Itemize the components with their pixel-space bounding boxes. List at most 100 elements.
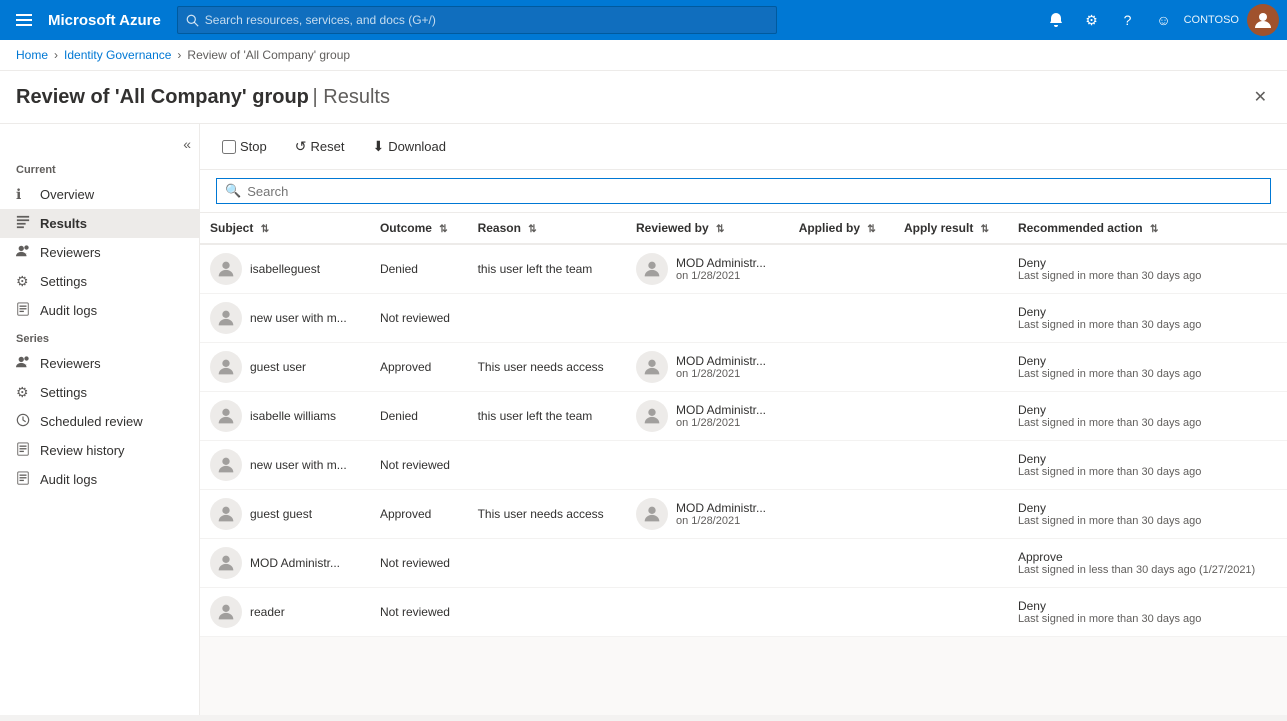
- col-outcome[interactable]: Outcome ⇅: [370, 213, 468, 244]
- sort-apply-result-icon: ⇅: [981, 224, 989, 235]
- sidebar-series-label: Series: [0, 325, 199, 349]
- stop-label: Stop: [240, 139, 267, 154]
- user-avatar[interactable]: [1247, 4, 1279, 36]
- sidebar-item-review-history[interactable]: Review history: [0, 436, 199, 465]
- recommended-action-label: Deny: [1018, 354, 1277, 368]
- subject-name: guest user: [250, 360, 306, 374]
- review-history-icon: [16, 442, 32, 459]
- breadcrumb-identity-governance[interactable]: Identity Governance: [64, 48, 171, 62]
- table-row[interactable]: new user with m... Not reviewed Deny Las…: [200, 294, 1287, 343]
- subject-name: isabelle williams: [250, 409, 336, 423]
- sidebar-current-label: Current: [0, 156, 199, 180]
- table-row[interactable]: reader Not reviewed Deny Last signed in …: [200, 588, 1287, 637]
- search-wrapper[interactable]: 🔍: [216, 178, 1271, 204]
- cell-recommended-action: Deny Last signed in more than 30 days ag…: [1008, 294, 1287, 343]
- sidebar-item-audit-logs-series-label: Audit logs: [40, 472, 97, 487]
- cell-reason: [468, 441, 626, 490]
- main-layout: « Current ℹ Overview Results Reviewers ⚙…: [0, 124, 1287, 715]
- page-header: Review of 'All Company' group | Results …: [0, 71, 1287, 124]
- global-search[interactable]: [177, 6, 777, 34]
- cell-outcome: Not reviewed: [370, 294, 468, 343]
- table-row[interactable]: guest guest ApprovedThis user needs acce…: [200, 490, 1287, 539]
- cell-outcome: Approved: [370, 343, 468, 392]
- breadcrumb: Home › Identity Governance › Review of '…: [0, 40, 1287, 71]
- subject-avatar: [210, 498, 242, 530]
- cell-applied-by: [789, 392, 894, 441]
- reset-button[interactable]: ↺ Reset: [289, 134, 351, 159]
- global-search-input[interactable]: [205, 13, 768, 27]
- cell-subject: guest guest: [200, 490, 370, 539]
- sidebar-item-audit-logs-current[interactable]: Audit logs: [0, 296, 199, 325]
- settings-icon[interactable]: ⚙: [1076, 4, 1108, 36]
- reviewer-name: MOD Administr...: [676, 256, 766, 270]
- close-button[interactable]: ✕: [1250, 83, 1271, 111]
- col-reason[interactable]: Reason ⇅: [468, 213, 626, 244]
- col-apply-result[interactable]: Apply result ⇅: [894, 213, 1008, 244]
- cell-reviewed-by: MOD Administr... on 1/28/2021: [626, 490, 789, 539]
- cell-reason: This user needs access: [468, 343, 626, 392]
- table-row[interactable]: MOD Administr... Not reviewed Approve La…: [200, 539, 1287, 588]
- stop-checkbox[interactable]: [222, 140, 236, 154]
- cell-recommended-action: Deny Last signed in more than 30 days ag…: [1008, 244, 1287, 294]
- sort-recommended-action-icon: ⇅: [1150, 224, 1158, 235]
- results-table: Subject ⇅ Outcome ⇅ Reason ⇅ Reviewed: [200, 213, 1287, 637]
- hamburger-menu[interactable]: [8, 4, 40, 36]
- sidebar-item-settings-series-label: Settings: [40, 385, 87, 400]
- table-row[interactable]: isabelleguest Deniedthis user left the t…: [200, 244, 1287, 294]
- recommended-action-note: Last signed in less than 30 days ago (1/…: [1018, 564, 1277, 576]
- reviewer-name: MOD Administr...: [676, 403, 766, 417]
- cell-reason: this user left the team: [468, 392, 626, 441]
- sidebar-item-settings-series[interactable]: ⚙ Settings: [0, 378, 199, 407]
- subject-name: guest guest: [250, 507, 312, 521]
- collapse-sidebar-button[interactable]: «: [183, 136, 191, 152]
- audit-logs-series-icon: [16, 471, 32, 488]
- sidebar-item-reviewers-current[interactable]: Reviewers: [0, 238, 199, 267]
- sidebar-item-review-history-label: Review history: [40, 443, 125, 458]
- cell-subject: new user with m...: [200, 441, 370, 490]
- feedback-icon[interactable]: ☺: [1148, 4, 1180, 36]
- table-row[interactable]: isabelle williams Deniedthis user left t…: [200, 392, 1287, 441]
- reviewer-date: on 1/28/2021: [676, 515, 766, 527]
- cell-subject: isabelleguest: [200, 244, 370, 294]
- col-recommended-action[interactable]: Recommended action ⇅: [1008, 213, 1287, 244]
- cell-apply-result: [894, 343, 1008, 392]
- col-applied-by[interactable]: Applied by ⇅: [789, 213, 894, 244]
- cell-outcome: Not reviewed: [370, 441, 468, 490]
- cell-recommended-action: Deny Last signed in more than 30 days ag…: [1008, 343, 1287, 392]
- cell-reviewed-by: [626, 294, 789, 343]
- results-table-wrapper: Subject ⇅ Outcome ⇅ Reason ⇅ Reviewed: [200, 213, 1287, 637]
- cell-reviewed-by: MOD Administr... on 1/28/2021: [626, 343, 789, 392]
- cell-applied-by: [789, 294, 894, 343]
- sidebar-item-reviewers-series[interactable]: Reviewers: [0, 349, 199, 378]
- breadcrumb-home[interactable]: Home: [16, 48, 48, 62]
- sidebar-item-reviewers-current-label: Reviewers: [40, 245, 101, 260]
- col-reviewed-by[interactable]: Reviewed by ⇅: [626, 213, 789, 244]
- sidebar-item-overview[interactable]: ℹ Overview: [0, 180, 199, 209]
- table-row[interactable]: guest user ApprovedThis user needs acces…: [200, 343, 1287, 392]
- sidebar-item-results[interactable]: Results: [0, 209, 199, 238]
- sidebar-item-scheduled-review[interactable]: Scheduled review: [0, 407, 199, 436]
- cell-reason: [468, 294, 626, 343]
- cell-reviewed-by: MOD Administr... on 1/28/2021: [626, 392, 789, 441]
- subject-name: MOD Administr...: [250, 556, 340, 570]
- cell-recommended-action: Deny Last signed in more than 30 days ag…: [1008, 392, 1287, 441]
- table-row[interactable]: new user with m... Not reviewed Deny Las…: [200, 441, 1287, 490]
- sidebar: « Current ℹ Overview Results Reviewers ⚙…: [0, 124, 200, 715]
- page-title: Review of 'All Company' group: [16, 86, 309, 108]
- sort-reviewed-by-icon: ⇅: [716, 224, 724, 235]
- download-icon: ⬇: [372, 138, 384, 155]
- sidebar-item-overview-label: Overview: [40, 187, 94, 202]
- search-input[interactable]: [247, 184, 1262, 199]
- cell-apply-result: [894, 441, 1008, 490]
- recommended-action-label: Deny: [1018, 256, 1277, 270]
- sidebar-item-settings-current[interactable]: ⚙ Settings: [0, 267, 199, 296]
- download-button[interactable]: ⬇ Download: [366, 134, 452, 159]
- reviewers-series-icon: [16, 355, 32, 372]
- notifications-icon[interactable]: [1040, 4, 1072, 36]
- help-icon[interactable]: ?: [1112, 4, 1144, 36]
- col-subject[interactable]: Subject ⇅: [200, 213, 370, 244]
- sidebar-item-audit-logs-series[interactable]: Audit logs: [0, 465, 199, 494]
- stop-button[interactable]: Stop: [216, 135, 273, 158]
- recommended-action-note: Last signed in more than 30 days ago: [1018, 466, 1277, 478]
- content-area: Stop ↺ Reset ⬇ Download 🔍: [200, 124, 1287, 715]
